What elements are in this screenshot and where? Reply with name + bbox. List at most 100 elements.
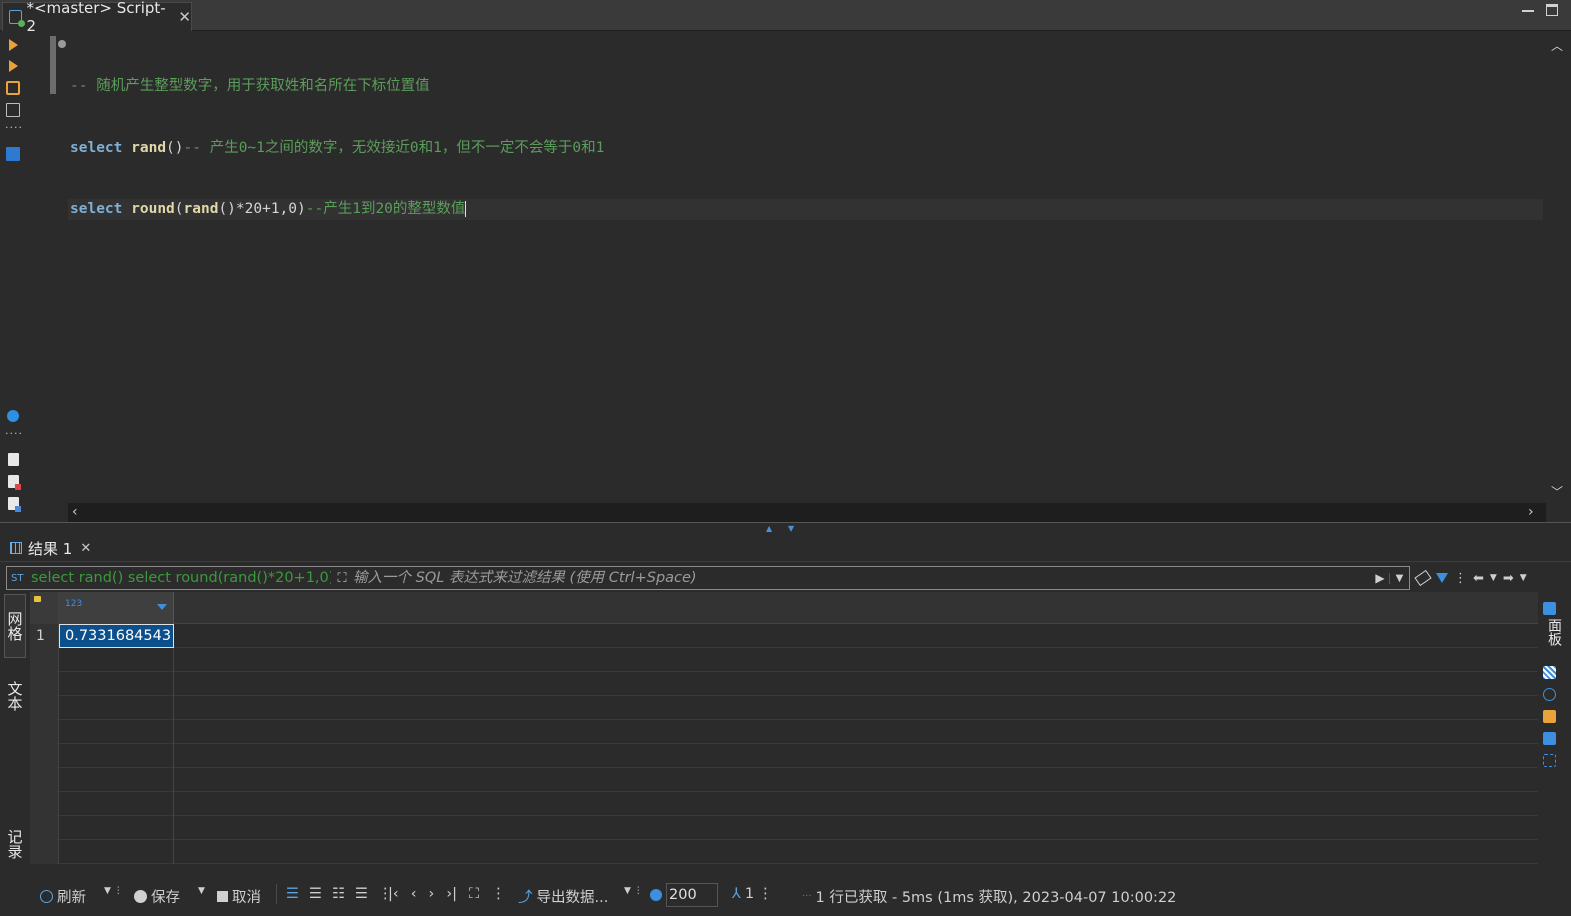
editor-side-toolbar: ···· ···· (0, 31, 28, 521)
sort-dropdown-icon[interactable] (157, 604, 167, 610)
empty-row (30, 792, 1538, 816)
editor-horizontal-scrollbar[interactable]: ‹ › (68, 503, 1546, 522)
code-text: ()*20+1,0) (218, 201, 306, 217)
grid-rows: 1 0.7331684543 (30, 624, 1538, 864)
prev-page-icon[interactable]: ‹ (411, 886, 417, 902)
document-icon[interactable] (8, 453, 19, 466)
function-name: rand (183, 201, 219, 217)
fetch-all-icon[interactable]: ⛶ (469, 886, 479, 902)
execute-script-icon[interactable] (6, 81, 20, 95)
refresh-button[interactable]: 刷新 (40, 886, 86, 907)
first-page-icon[interactable]: |‹ (388, 886, 399, 902)
fetch-size-input[interactable] (666, 883, 718, 907)
grouping-icon[interactable] (1543, 754, 1556, 767)
close-icon[interactable]: ✕ (178, 8, 191, 26)
panels-icon[interactable] (1543, 602, 1556, 615)
results-tab-1[interactable]: 结果 1 ✕ (4, 534, 97, 562)
more-dots-icon-2[interactable]: ···· (5, 428, 22, 439)
filter-bar: ST select rand() select round(rand()*20+… (6, 566, 1410, 590)
table-row[interactable]: 1 0.7331684543 (30, 624, 1538, 648)
filter-query-text: select rand() select round(rand()*20+1,0… (31, 570, 331, 586)
forward-arrow-icon[interactable]: ➡ (1503, 571, 1514, 586)
forward-dropdown-icon[interactable]: ▼ (1520, 573, 1527, 583)
editor-tab-script[interactable]: *<master> Script-2 ✕ (2, 0, 192, 35)
code-lines[interactable]: -- 随机产生整型数字，用于获取姓和名所在下标位置值 select rand()… (68, 35, 1543, 261)
cancel-button[interactable]: 取消 (217, 886, 261, 907)
code-line-1: -- 随机产生整型数字，用于获取姓和名所在下标位置值 (70, 76, 1543, 97)
document-export-icon[interactable] (8, 497, 21, 512)
save-dropdown[interactable]: ▼ (198, 886, 205, 896)
empty-row (30, 696, 1538, 720)
execute-new-tab-icon[interactable] (9, 60, 18, 72)
grid-layout-icon[interactable] (1543, 666, 1556, 679)
edit-row-icon[interactable]: ☰ (286, 886, 299, 902)
save-check-icon (134, 890, 147, 903)
results-tab-label: 结果 1 (28, 539, 73, 558)
statement-marker (50, 36, 56, 94)
function-name: rand (131, 139, 167, 156)
more-dots-icon[interactable]: ···· (5, 122, 22, 133)
settings-gear-icon[interactable] (7, 410, 19, 422)
minimize-button[interactable] (1522, 4, 1534, 12)
expand-icon[interactable]: ⛶ (331, 571, 353, 586)
row-number: 1 (30, 624, 59, 648)
filter-history-dropdown[interactable]: ▼ (1389, 572, 1409, 584)
query-text-display[interactable]: ST select rand() select round(rand()*20+… (7, 570, 331, 586)
keyword: select (70, 201, 123, 217)
tab-text[interactable]: 文本 (4, 668, 26, 724)
tab-grid[interactable]: 网格 (4, 594, 26, 658)
comment-text: -- 随机产生整型数字，用于获取姓和名所在下标位置值 (70, 78, 430, 94)
fold-toggle-icon[interactable] (58, 40, 66, 48)
tab-record[interactable]: 记录 (4, 816, 26, 872)
output-console-icon[interactable] (6, 147, 20, 161)
refresh-icon (40, 890, 53, 903)
scroll-left-icon[interactable]: ‹ (72, 504, 78, 520)
refresh-dropdown[interactable]: ▼ ⋮ (104, 886, 123, 896)
results-grid[interactable]: 123 1 0.7331684543 (30, 592, 1538, 868)
circle-settings-icon[interactable] (1543, 688, 1556, 701)
maximize-button[interactable] (1546, 4, 1558, 16)
last-page-icon[interactable]: ›| (446, 886, 457, 902)
add-row-icon[interactable]: ☰ (309, 886, 322, 902)
apply-filter-icon[interactable]: ▶ (1371, 571, 1389, 585)
more-dots-icon[interactable]: ⋮ (758, 886, 773, 902)
grid-cell[interactable]: 0.7331684543 (59, 624, 174, 648)
editor-vertical-scrollbar[interactable]: ︿ ﹀ (1546, 31, 1571, 503)
export-dropdown[interactable]: ▼ ⋮ (624, 886, 643, 896)
panel-splitter[interactable]: ▲ ▼ (0, 522, 1571, 533)
execute-statement-icon[interactable] (9, 39, 18, 51)
more-options-icon[interactable]: ⋮ (1454, 571, 1467, 586)
view-mode-tabs: 网格 文本 记录 (0, 592, 30, 872)
right-side-panel: 面板 (1538, 592, 1571, 872)
layout-icon[interactable] (1543, 732, 1556, 745)
grid-corner[interactable] (30, 592, 59, 624)
sql-editor[interactable]: -- 随机产生整型数字，用于获取姓和名所在下标位置值 select rand()… (28, 31, 1546, 503)
save-button[interactable]: 保存 (134, 886, 180, 907)
next-page-icon[interactable]: › (429, 886, 435, 902)
scroll-up-icon[interactable]: ︿ (1551, 37, 1563, 54)
settings-gear-icon[interactable] (650, 889, 662, 901)
code-line-2: select rand()-- 产生0~1之间的数字，无效接近0和1，但不一定不… (70, 138, 1543, 159)
code-line-3: select round(rand()*20+1,0)--产生1到20的整型数值 (68, 199, 1543, 220)
filter-icon[interactable] (1436, 573, 1448, 583)
panels-label[interactable]: 面板 (1544, 618, 1564, 646)
column-header[interactable]: 123 (59, 592, 174, 624)
explain-plan-icon[interactable] (6, 103, 20, 117)
export-data-button[interactable]: ⤴ 导出数据... (518, 886, 608, 907)
clear-filter-icon[interactable] (1414, 569, 1432, 587)
copy-row-icon[interactable]: ☷ (332, 886, 345, 902)
more-dots-icon[interactable]: ⋮ (491, 886, 506, 902)
row-count[interactable]: ⅄ 1 ⋮ (732, 886, 773, 902)
row-count-value: 1 (744, 886, 755, 902)
back-arrow-icon[interactable]: ⬅ (1473, 571, 1484, 586)
filter-input[interactable] (353, 567, 1371, 589)
chart-icon[interactable] (1543, 710, 1556, 723)
document-error-icon[interactable] (8, 475, 21, 490)
fetch-size-control (650, 883, 718, 907)
back-dropdown-icon[interactable]: ▼ (1490, 573, 1497, 583)
scroll-right-icon[interactable]: › (1528, 504, 1534, 520)
close-icon[interactable]: ✕ (80, 541, 91, 556)
scroll-down-icon[interactable]: ﹀ (1551, 483, 1563, 500)
comment-text: -- 产生0~1之间的数字，无效接近0和1，但不一定不会等于0和1 (183, 139, 605, 156)
delete-row-icon[interactable]: ☰ (355, 886, 368, 902)
